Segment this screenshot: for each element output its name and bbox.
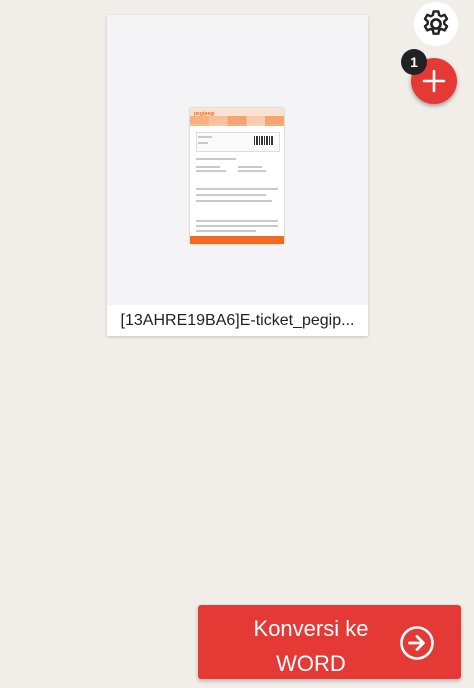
thumbnail-line — [196, 230, 256, 232]
thumbnail-footer — [190, 236, 284, 244]
file-card[interactable]: pegipegi [13AHRE19BA6]E-ticket_pegip... — [107, 15, 368, 336]
thumbnail-line — [238, 170, 266, 172]
thumbnail-line — [198, 142, 208, 144]
file-thumbnail: pegipegi — [190, 108, 284, 244]
barcode-icon — [254, 136, 274, 145]
thumbnail-line — [198, 136, 212, 138]
gear-icon — [423, 10, 449, 35]
convert-label-line1: Konversi ke — [253, 616, 369, 641]
arrow-right-circle-icon — [400, 626, 434, 660]
thumbnail-logo: pegipegi — [194, 111, 215, 117]
convert-to-word-button[interactable]: Konversi ke WORD — [198, 605, 461, 679]
thumbnail-skyline — [190, 116, 284, 126]
thumbnail-line — [196, 225, 278, 227]
settings-button[interactable] — [414, 2, 458, 46]
plus-icon — [422, 69, 446, 93]
thumbnail-line — [196, 194, 266, 196]
thumbnail-line — [238, 166, 262, 168]
thumbnail-line — [196, 166, 220, 168]
thumbnail-line — [196, 200, 272, 202]
file-count-badge: 1 — [401, 49, 427, 75]
thumbnail-line — [196, 170, 226, 172]
file-thumbnail-area[interactable]: pegipegi — [107, 15, 368, 305]
file-name: [13AHRE19BA6]E-ticket_pegip... — [120, 312, 355, 329]
convert-label-line2: WORD — [276, 651, 346, 676]
thumbnail-line — [196, 220, 278, 222]
convert-button-label: Konversi ke WORD — [216, 611, 406, 681]
thumbnail-line — [196, 158, 236, 160]
thumbnail-line — [196, 188, 278, 190]
